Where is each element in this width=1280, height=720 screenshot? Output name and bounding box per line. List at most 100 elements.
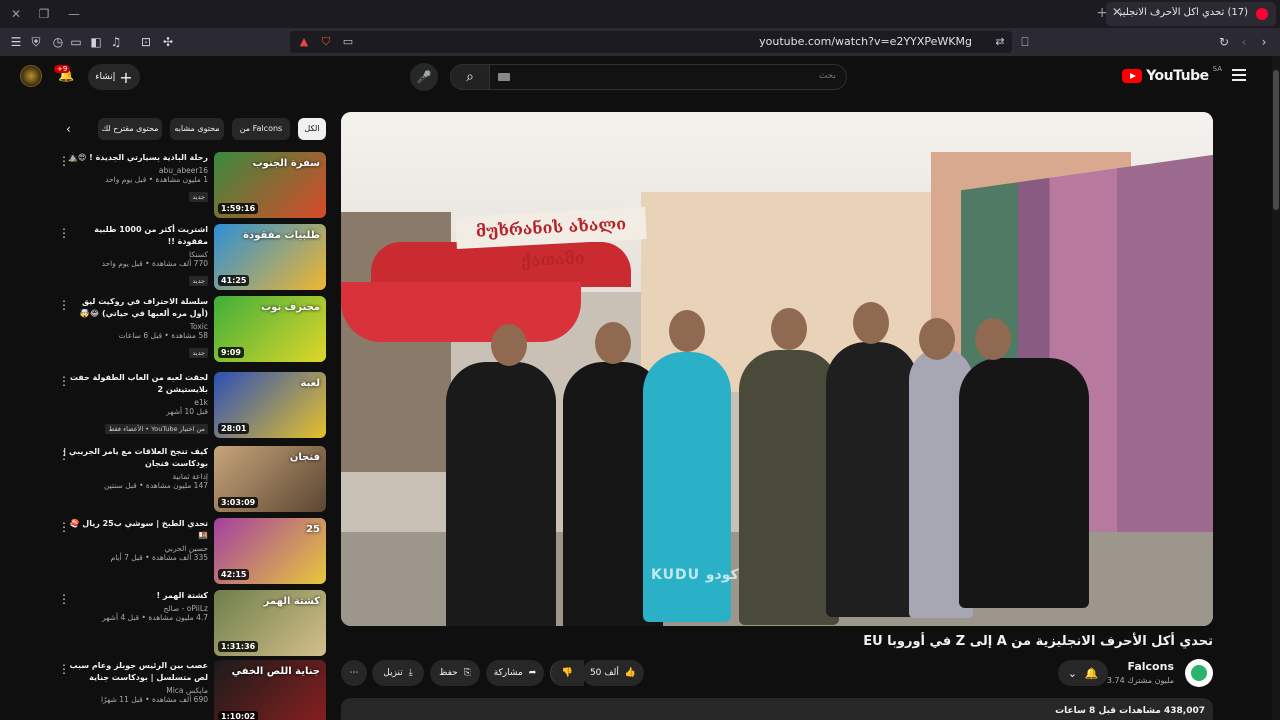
shield-icon[interactable]: ⛨ <box>28 34 44 50</box>
browser-tab[interactable]: ✕ (17) تحدي أكل الأحرف الانجليزية مر <box>1106 2 1276 26</box>
video-umbrella-back <box>371 242 631 287</box>
thumbnail[interactable]: طلبيات مفقودة 41:25 <box>214 224 326 290</box>
rec-channel[interactable]: مايكس Mica <box>62 686 208 695</box>
page-scrollbar[interactable] <box>1272 56 1280 720</box>
site-settings-icon[interactable]: ⇄ <box>992 34 1008 50</box>
reload-icon[interactable]: ↻ <box>1216 34 1232 50</box>
avatar[interactable] <box>20 65 42 87</box>
channel-avatar[interactable] <box>1185 659 1213 687</box>
close-window-icon[interactable]: ✕ <box>8 6 24 22</box>
rec-title[interactable]: سلسلة الاحتراف في روكيت ليق (أول مره ألع… <box>62 296 208 320</box>
person-6-head <box>919 318 955 360</box>
thumbnail[interactable]: كشتة الهمر 1:31:36 <box>214 590 326 656</box>
rec-channel[interactable]: e1k <box>62 398 208 407</box>
history-icon[interactable]: ◷ <box>50 34 66 50</box>
save-label: حفظ <box>439 668 458 678</box>
screenshot-icon[interactable]: ⊡ <box>138 34 154 50</box>
thumbnail[interactable]: جناية اللص الخفي 1:10:02 <box>214 660 326 720</box>
create-button[interactable]: إنشاء + <box>88 64 140 90</box>
rec-channel[interactable]: إذاعة ثمانية <box>62 472 208 481</box>
download-label: تنزيل <box>383 668 403 678</box>
rec-meta: كشتة الهمر ! oPiiLz - صالح 4.7 مليون مشا… <box>62 590 208 622</box>
video-umbrella-front <box>341 282 581 342</box>
more-icon: ⋯ <box>349 668 359 678</box>
guide-menu-icon[interactable] <box>1232 69 1246 81</box>
sponsor-watermark: KUDU كودو <box>651 567 739 583</box>
chip-all[interactable]: الكل <box>298 118 326 140</box>
rec-channel[interactable]: حسين الحربي <box>62 544 208 553</box>
like-button[interactable]: 50 ألف 👍 <box>582 660 644 686</box>
rec-channel[interactable]: كسنكا <box>62 250 208 259</box>
thumbnail[interactable]: محترف نوب 9:09 <box>214 296 326 362</box>
music-icon[interactable]: ♫ <box>108 34 124 50</box>
search-button[interactable]: ⌕ <box>450 64 490 90</box>
search-input[interactable]: بحث <box>489 64 847 90</box>
brave-shield-icon[interactable]: ⛉ <box>318 34 334 50</box>
thumbnail[interactable]: سفرة الجنوب 1:59:16 <box>214 152 326 218</box>
rec-channel[interactable]: abu_abeer16 <box>62 166 208 175</box>
thumbnail[interactable]: 25 42:15 <box>214 518 326 584</box>
extensions-icon[interactable]: ✣ <box>160 34 176 50</box>
more-actions-button[interactable]: ⋯ <box>341 660 367 686</box>
rec-meta: اشتريت أكثر من 1000 طلبية مفقودة !! كسنك… <box>62 224 208 287</box>
reader-icon[interactable]: ▭ <box>340 34 356 50</box>
description-box[interactable]: 438,007 مشاهدات قبل 8 ساعات <box>341 698 1213 720</box>
chip-related[interactable]: محتوى مشابه <box>170 118 224 140</box>
person-4-head <box>771 308 807 350</box>
menu-icon[interactable]: ☰ <box>8 34 24 50</box>
rec-title[interactable]: تحدي الطبخ | سوشي ب25 ريال 🍣🍱 <box>62 518 208 542</box>
tabs-icon[interactable]: ▭ <box>68 34 84 50</box>
chip-from-channel[interactable]: من Falcons <box>232 118 290 140</box>
rec-title[interactable]: كيف تنجح العلاقات مع يامر الجريبي | بودك… <box>62 446 208 470</box>
rec-title[interactable]: عصب بين الرئيس جوبلز وعام سبب لص متسلسل … <box>62 660 208 684</box>
channel-name[interactable]: Falcons <box>1127 660 1174 673</box>
list-item[interactable]: ⋮ تحدي الطبخ | سوشي ب25 ريال 🍣🍱 حسين الح… <box>56 518 326 586</box>
view-stats: 438,007 مشاهدات قبل 8 ساعات <box>1055 706 1205 716</box>
rec-views: 1 مليون مشاهدة • قبل يوم واحد <box>105 175 208 184</box>
list-item[interactable]: ⋮ لحقت لعبه من العاب الطفولة حفت بلايستي… <box>56 372 326 440</box>
download-button[interactable]: تنزيل ⤓ <box>372 660 424 686</box>
rec-title[interactable]: كشتة الهمر ! <box>62 590 209 602</box>
rec-views: 335 ألف مشاهدة • قبل 7 أيام <box>110 553 208 562</box>
rec-meta: سلسلة الاحتراف في روكيت ليق (أول مره ألع… <box>62 296 208 359</box>
list-item[interactable]: ⋮ سلسلة الاحتراف في روكيت ليق (أول مره أ… <box>56 296 326 364</box>
rec-channel[interactable]: Toxic <box>62 322 208 331</box>
list-item[interactable]: ⋮ كشتة الهمر ! oPiiLz - صالح 4.7 مليون م… <box>56 590 326 658</box>
youtube-logo[interactable]: YouTube SA <box>1122 65 1222 84</box>
address-bar[interactable]: ▲ ⛉ ▭ youtube.com/watch?v=e2YYXPeWKMg ⇄ <box>290 31 1012 53</box>
minimize-window-icon[interactable]: — <box>66 6 82 22</box>
list-item[interactable]: ⋮ كيف تنجح العلاقات مع يامر الجريبي | بو… <box>56 446 326 514</box>
chip-suggested[interactable]: محتوى مقترح لك <box>98 118 162 140</box>
rec-channel[interactable]: oPiiLz - صالح <box>62 604 209 613</box>
scrollbar-thumb[interactable] <box>1273 70 1279 210</box>
rec-title[interactable]: اشتريت أكثر من 1000 طلبية مفقودة !! <box>62 224 208 248</box>
subscribed-button[interactable]: ⌄ 🔔 <box>1058 660 1108 686</box>
list-item[interactable]: ⋮ اشتريت أكثر من 1000 طلبية مفقودة !! كس… <box>56 224 326 292</box>
maximize-window-icon[interactable]: ❐ <box>36 6 52 22</box>
sidebar-icon[interactable]: ◧ <box>88 34 104 50</box>
dislike-button[interactable]: 👎 <box>550 660 584 686</box>
youtube-header: 🔔 +9 إنشاء + 🎤 ⌕ بحث YouTube SA <box>0 56 1272 98</box>
keyboard-icon[interactable] <box>498 73 510 81</box>
list-item[interactable]: ⋮ عصب بين الرئيس جوبلز وعام سبب لص متسلس… <box>56 660 326 720</box>
duration: 1:59:16 <box>218 203 259 214</box>
rec-title[interactable]: رحلة البادية بسيارتي الجديدة ! 😍⛰️ <box>62 152 208 164</box>
bookmark-icon[interactable]: ⎕ <box>1017 34 1033 50</box>
rec-title[interactable]: لحقت لعبه من العاب الطفولة حفت بلايستيشن… <box>62 372 208 396</box>
video-title: تحدي أكل الأحرف الانجليزية من A إلى Z في… <box>863 634 1213 649</box>
thumb-text: طلبيات مفقودة <box>243 230 320 241</box>
duration: 42:15 <box>218 569 250 580</box>
thumbnail[interactable]: فنجان 3:03:09 <box>214 446 326 512</box>
thumbnail[interactable]: لعبة 28:01 <box>214 372 326 438</box>
forward-icon[interactable]: › <box>1256 34 1272 50</box>
video-player[interactable]: მუხრანის ახალი ქათამი KUDU كودو <box>341 112 1213 626</box>
new-badge: جديد <box>189 192 208 202</box>
share-button[interactable]: مشاركة ➦ <box>486 660 544 686</box>
chevron-left-icon[interactable]: ‹ <box>66 122 71 136</box>
list-item[interactable]: ⋮ رحلة البادية بسيارتي الجديدة ! 😍⛰️ abu… <box>56 152 326 220</box>
back-icon[interactable]: ‹ <box>1236 34 1252 50</box>
save-button[interactable]: حفظ ⎘ <box>430 660 480 686</box>
mic-button[interactable]: 🎤 <box>410 63 438 91</box>
rewards-icon[interactable]: ▲ <box>296 34 312 50</box>
new-badge: جديد <box>189 276 208 286</box>
